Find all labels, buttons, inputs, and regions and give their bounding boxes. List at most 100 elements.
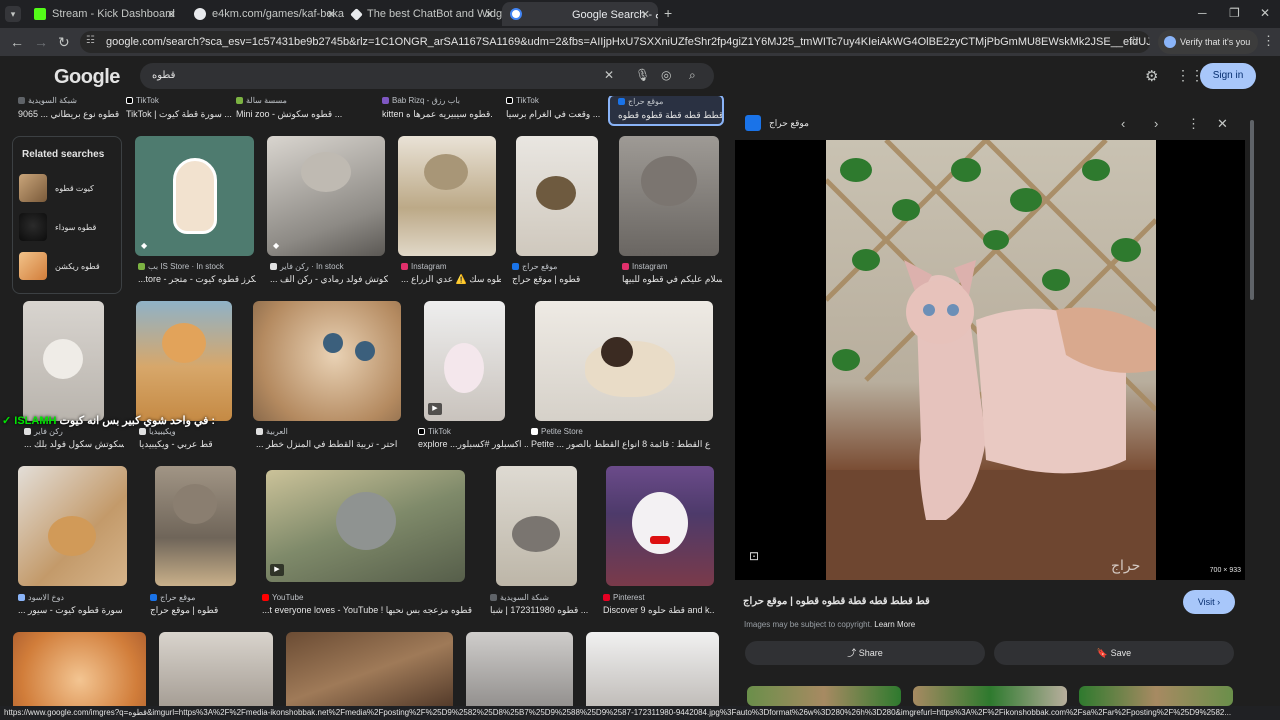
result-title[interactable]: Mini zoo - قطوه سكوتش ... (236, 109, 366, 120)
result-title[interactable]: قطوه | موقع حراج (150, 605, 246, 616)
tab-chatbot[interactable]: The best ChatBot and Widgets ✕ (344, 2, 502, 26)
result-title[interactable]: السلام عليكم في قطوه للبيها ... (622, 274, 722, 285)
browser-menu-icon[interactable]: ⋮ (1262, 33, 1275, 49)
panel-scroll-thumb[interactable] (1250, 120, 1254, 300)
result-title[interactable]: ... قطوه سكوتش سكول فولد بلك (24, 439, 124, 450)
reload-icon[interactable]: ↻ (58, 34, 70, 51)
result-image[interactable] (496, 466, 577, 586)
result-title[interactable]: 9065 ... قطوه نوع بريطاني (18, 109, 122, 120)
result-image[interactable] (155, 466, 236, 586)
google-icon (510, 8, 522, 20)
result-image[interactable]: ◆ (267, 136, 385, 256)
minimize-icon[interactable]: ─ (1198, 6, 1207, 20)
result-title[interactable]: Petite ... أنواع القطط : قائمة 8 انواع ا… (531, 439, 711, 450)
panel-source-name[interactable]: موقع حراج (769, 118, 809, 129)
related-image[interactable] (913, 686, 1067, 706)
result-image[interactable] (13, 632, 146, 706)
next-icon[interactable]: › (1154, 116, 1158, 131)
result-title[interactable]: قطوه 172311980 | شبا ... (490, 605, 590, 616)
kick-icon (34, 8, 46, 20)
result-image[interactable] (606, 466, 714, 586)
mic-icon[interactable]: 🎙 (635, 68, 650, 82)
bookmark-star-icon[interactable]: ☆ (1128, 33, 1140, 49)
close-panel-icon[interactable]: ✕ (1217, 116, 1228, 132)
share-button[interactable]: ⤴ Share (745, 641, 985, 665)
forward-icon[interactable]: → (34, 34, 48, 50)
result-image[interactable] (159, 632, 273, 706)
related-searches-card: Related searches كيوت قطوه قطوه سوداء قط… (12, 136, 122, 294)
result-title[interactable]: ... قطوه سك ⚠️ عدي الزراع (401, 274, 501, 285)
result-title[interactable]: TikTok | سورة قطة كيوت ... (126, 109, 236, 120)
result-image[interactable] (516, 136, 598, 256)
search-input[interactable]: قطوه (140, 63, 714, 89)
result-title[interactable]: قط عربي - ويكيبيديا (139, 439, 235, 450)
result-image[interactable] (466, 632, 573, 706)
more-options-icon[interactable]: ⋮ (1187, 116, 1200, 132)
result-title[interactable]: ... قطوه سكوتش فولد رمادي - ركن الف (270, 274, 388, 285)
result-title[interactable]: ... احتر - تربية القطط في المنزل خطر (256, 439, 404, 450)
lens-icon[interactable]: ◎ (661, 68, 671, 82)
result-image[interactable]: ▶ (266, 470, 465, 582)
back-icon[interactable]: ← (10, 34, 24, 50)
result-image[interactable] (253, 301, 401, 421)
result-image[interactable] (286, 632, 453, 706)
result-title[interactable]: ...t everyone loves - YouTube ! قطوه مزع… (262, 605, 472, 616)
verify-button[interactable]: Verify that it's you (1158, 30, 1258, 54)
save-button[interactable]: 🔖 Save (994, 641, 1234, 665)
result-source: موقع حراج (150, 593, 246, 602)
result-image[interactable] (136, 301, 232, 421)
google-lens-icon[interactable]: ⊡ (749, 549, 759, 563)
result-title[interactable]: وقعت في الغرام برسيا ... (506, 109, 600, 120)
result-title[interactable]: Discover 9 قطة حلوه and k... (603, 605, 715, 616)
preview-watermark: حراج (1111, 558, 1140, 574)
image-results-grid: شبكة السويدية 9065 ... قطوه نوع بريطاني … (0, 96, 730, 706)
result-title[interactable]: explore ...اكسبلور #كسبلور ... (418, 439, 528, 450)
result-image[interactable] (535, 301, 713, 421)
result-title[interactable]: قطوه | موقع حراج (512, 274, 608, 285)
new-tab-button[interactable]: + (664, 5, 672, 21)
result-image[interactable] (398, 136, 496, 256)
search-icon[interactable]: ⌕ (689, 68, 696, 83)
google-logo[interactable]: Google (54, 66, 120, 89)
close-icon[interactable]: ✕ (327, 8, 336, 21)
url-field[interactable]: google.com/search?sca_esv=1c57431be9b274… (80, 31, 1150, 53)
site-info-icon[interactable]: ☷ (86, 35, 95, 46)
result-source: Instagram (622, 262, 722, 271)
settings-gear-icon[interactable]: ⚙ (1145, 67, 1158, 85)
sign-in-button[interactable]: Sign in (1200, 63, 1256, 89)
preview-image[interactable]: حراج (826, 140, 1156, 580)
related-item[interactable]: قطوه ريكشن (19, 251, 119, 281)
related-image[interactable] (747, 686, 901, 706)
related-item[interactable]: قطوه سوداء (19, 212, 119, 242)
tab-kick-dashboard[interactable]: Stream - Kick Dashboard ✕ (26, 2, 184, 26)
close-icon[interactable]: ✕ (167, 8, 176, 21)
result-title[interactable]: kitten قطوه سيبيريه عمرها ه... (382, 109, 492, 120)
result-image[interactable] (619, 136, 719, 256)
result-source: TikTok (418, 427, 528, 436)
result-image[interactable]: ▶ (424, 301, 505, 421)
result-image[interactable]: ◆ (135, 136, 254, 256)
tab-google-search[interactable]: Google Search - قطوه ✕ (502, 2, 658, 26)
result-source: YouTube (262, 593, 462, 602)
maximize-icon[interactable]: ❐ (1229, 6, 1240, 20)
related-image[interactable] (1079, 686, 1233, 706)
result-source: ركن فاير · In stock (270, 262, 388, 271)
close-icon[interactable]: ✕ (641, 8, 650, 21)
related-item[interactable]: كيوت قطوه (19, 173, 119, 203)
window-close-icon[interactable]: ✕ (1260, 6, 1270, 20)
clear-icon[interactable]: ✕ (604, 68, 614, 82)
selected-result-card[interactable]: موقع حراج قط قطط قطه قطة قطوه قطوه ... (608, 96, 724, 126)
result-title[interactable]: ... سورة قطوه كيوت - سيور (18, 605, 128, 616)
visit-button[interactable]: Visit › (1183, 590, 1235, 614)
tab-list-button[interactable]: ▾ (5, 6, 21, 22)
result-image[interactable] (586, 632, 719, 706)
result-image[interactable] (18, 466, 127, 586)
tab-e4km[interactable]: e4km.com/games/kaf-bekaf ✕ (186, 2, 344, 26)
image-dimensions: 700 × 933 (1209, 567, 1241, 574)
result-image[interactable] (23, 301, 104, 421)
close-icon[interactable]: ✕ (485, 8, 494, 21)
previous-icon[interactable]: ‹ (1121, 116, 1125, 131)
result-title[interactable]: ...tore - ستيكرز قطوه كيوت - متجر (138, 274, 256, 285)
panel-title[interactable]: قط قطط قطه قطة قطوه قطوه | موقع حراج (743, 596, 930, 607)
learn-more-link[interactable]: Learn More (874, 620, 915, 629)
